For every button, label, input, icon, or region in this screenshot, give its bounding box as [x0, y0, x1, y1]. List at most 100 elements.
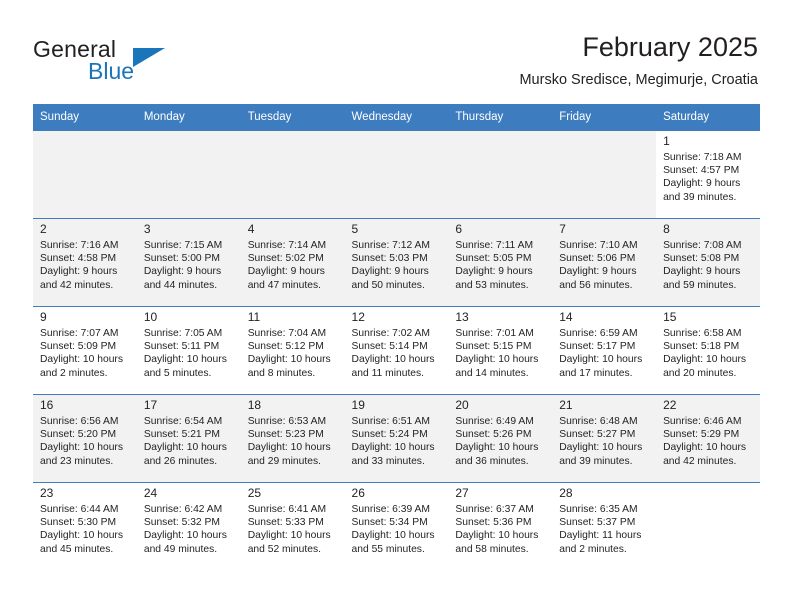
- day-cell[interactable]: 27 Sunrise: 6:37 AM Sunset: 5:36 PM Dayli…: [448, 482, 553, 570]
- day-sun-details: Sunrise: 6:39 AM Sunset: 5:34 PM Dayligh…: [351, 504, 435, 555]
- day-cell[interactable]: 18 Sunrise: 6:53 AM Sunset: 5:23 PM Dayli…: [240, 394, 345, 482]
- calendar-cell: 9 Sunrise: 7:07 AM Sunset: 5:09 PM Daylig…: [33, 306, 137, 394]
- day-number: 8: [663, 222, 670, 236]
- day-sun-details: Sunrise: 6:42 AM Sunset: 5:32 PM Dayligh…: [143, 504, 227, 555]
- day-number: 13: [455, 310, 469, 324]
- day-number: 7: [559, 222, 566, 236]
- weekday-header-tuesday: Tuesday: [240, 104, 345, 130]
- day-sun-details: Sunrise: 7:15 AM Sunset: 5:00 PM Dayligh…: [143, 240, 223, 291]
- day-cell[interactable]: 16 Sunrise: 6:56 AM Sunset: 5:20 PM Dayli…: [33, 394, 137, 482]
- day-cell[interactable]: 14 Sunrise: 6:59 AM Sunset: 5:17 PM Dayli…: [552, 306, 657, 394]
- day-cell[interactable]: 2 Sunrise: 7:16 AM Sunset: 4:58 PM Daylig…: [33, 218, 137, 306]
- day-cell[interactable]: 10 Sunrise: 7:05 AM Sunset: 5:11 PM Dayli…: [136, 306, 241, 394]
- calendar-week-row: 16 Sunrise: 6:56 AM Sunset: 5:20 PM Dayli…: [33, 394, 760, 482]
- calendar-cell: 22 Sunrise: 6:46 AM Sunset: 5:29 PM Dayli…: [656, 394, 760, 482]
- day-number: 10: [143, 310, 158, 324]
- day-cell[interactable]: 11 Sunrise: 7:04 AM Sunset: 5:12 PM Dayli…: [240, 306, 345, 394]
- day-cell-empty: [552, 130, 657, 218]
- day-cell[interactable]: 12 Sunrise: 7:02 AM Sunset: 5:14 PM Dayli…: [344, 306, 449, 394]
- day-sun-details: Sunrise: 7:10 AM Sunset: 5:06 PM Dayligh…: [559, 240, 638, 291]
- calendar-week-row: 1 Sunrise: 7:18 AM Sunset: 4:57 PM Daylig…: [33, 130, 760, 218]
- day-number: 16: [40, 398, 54, 412]
- day-number: 14: [559, 310, 573, 324]
- day-number: 15: [663, 310, 677, 324]
- calendar-cell: 2 Sunrise: 7:16 AM Sunset: 4:58 PM Daylig…: [33, 218, 137, 306]
- calendar-cell: 7 Sunrise: 7:10 AM Sunset: 5:06 PM Daylig…: [552, 218, 657, 306]
- calendar-week-row: 9 Sunrise: 7:07 AM Sunset: 5:09 PM Daylig…: [33, 306, 760, 394]
- day-number: 25: [247, 486, 262, 500]
- day-number: 21: [559, 398, 573, 412]
- day-sun-details: Sunrise: 6:41 AM Sunset: 5:33 PM Dayligh…: [247, 504, 331, 555]
- calendar-cell: 5 Sunrise: 7:12 AM Sunset: 5:03 PM Daylig…: [344, 218, 449, 306]
- calendar-cell: 11 Sunrise: 7:04 AM Sunset: 5:12 PM Dayli…: [240, 306, 345, 394]
- day-number: 20: [455, 398, 469, 412]
- calendar-cell: [344, 130, 449, 218]
- calendar-cell: 20 Sunrise: 6:49 AM Sunset: 5:26 PM Dayli…: [448, 394, 553, 482]
- day-cell[interactable]: 13 Sunrise: 7:01 AM Sunset: 5:15 PM Dayli…: [448, 306, 553, 394]
- day-sun-details: Sunrise: 6:58 AM Sunset: 5:18 PM Dayligh…: [663, 328, 747, 379]
- day-cell[interactable]: 28 Sunrise: 6:35 AM Sunset: 5:37 PM Dayli…: [552, 482, 657, 570]
- calendar-cell: 17 Sunrise: 6:54 AM Sunset: 5:21 PM Dayli…: [136, 394, 241, 482]
- weekday-header-sunday: Sunday: [33, 104, 137, 130]
- day-sun-details: Sunrise: 7:18 AM Sunset: 4:57 PM Dayligh…: [663, 152, 742, 203]
- day-cell[interactable]: 3 Sunrise: 7:15 AM Sunset: 5:00 PM Daylig…: [136, 218, 241, 306]
- brand-logo[interactable]: General Blue: [33, 36, 263, 92]
- day-sun-details: Sunrise: 7:08 AM Sunset: 5:08 PM Dayligh…: [663, 240, 742, 291]
- day-number: 23: [40, 486, 54, 500]
- day-number: 5: [351, 222, 359, 236]
- calendar-cell: 13 Sunrise: 7:01 AM Sunset: 5:15 PM Dayli…: [448, 306, 553, 394]
- day-sun-details: Sunrise: 6:56 AM Sunset: 5:20 PM Dayligh…: [40, 416, 123, 467]
- day-cell[interactable]: 17 Sunrise: 6:54 AM Sunset: 5:21 PM Dayli…: [136, 394, 241, 482]
- calendar-cell: 14 Sunrise: 6:59 AM Sunset: 5:17 PM Dayli…: [552, 306, 657, 394]
- day-cell-empty: [344, 130, 449, 218]
- page-header: General Blue February 2025 Mursko Sredis…: [0, 0, 792, 104]
- day-sun-details: Sunrise: 6:53 AM Sunset: 5:23 PM Dayligh…: [247, 416, 331, 467]
- day-sun-details: Sunrise: 7:14 AM Sunset: 5:02 PM Dayligh…: [247, 240, 327, 291]
- day-number: 28: [559, 486, 573, 500]
- day-cell[interactable]: 23 Sunrise: 6:44 AM Sunset: 5:30 PM Dayli…: [33, 482, 137, 570]
- day-number: 6: [455, 222, 463, 236]
- day-cell[interactable]: 21 Sunrise: 6:48 AM Sunset: 5:27 PM Dayli…: [552, 394, 657, 482]
- calendar-cell: 21 Sunrise: 6:48 AM Sunset: 5:27 PM Dayli…: [552, 394, 657, 482]
- calendar-cell: 18 Sunrise: 6:53 AM Sunset: 5:23 PM Dayli…: [240, 394, 345, 482]
- day-cell[interactable]: 6 Sunrise: 7:11 AM Sunset: 5:05 PM Daylig…: [448, 218, 553, 306]
- day-sun-details: Sunrise: 6:59 AM Sunset: 5:17 PM Dayligh…: [559, 328, 643, 379]
- day-cell[interactable]: 4 Sunrise: 7:14 AM Sunset: 5:02 PM Daylig…: [240, 218, 345, 306]
- day-cell[interactable]: 20 Sunrise: 6:49 AM Sunset: 5:26 PM Dayli…: [448, 394, 553, 482]
- day-sun-details: Sunrise: 7:04 AM Sunset: 5:12 PM Dayligh…: [247, 328, 331, 379]
- day-sun-details: Sunrise: 7:07 AM Sunset: 5:09 PM Dayligh…: [40, 328, 123, 379]
- day-sun-details: Sunrise: 7:16 AM Sunset: 4:58 PM Dayligh…: [40, 240, 119, 291]
- weekday-header-friday: Friday: [552, 104, 657, 130]
- day-number: 3: [143, 222, 151, 236]
- calendar-cell: 16 Sunrise: 6:56 AM Sunset: 5:20 PM Dayli…: [33, 394, 137, 482]
- calendar-cell: 3 Sunrise: 7:15 AM Sunset: 5:00 PM Daylig…: [136, 218, 241, 306]
- day-cell[interactable]: 15 Sunrise: 6:58 AM Sunset: 5:18 PM Dayli…: [656, 306, 760, 394]
- day-number: 11: [247, 310, 261, 324]
- page-title: February 2025: [582, 32, 758, 62]
- calendar-cell: [33, 130, 137, 218]
- calendar-cell: 19 Sunrise: 6:51 AM Sunset: 5:24 PM Dayli…: [344, 394, 449, 482]
- weekday-header-saturday: Saturday: [656, 104, 760, 130]
- day-cell-empty: [448, 130, 553, 218]
- day-cell[interactable]: 24 Sunrise: 6:42 AM Sunset: 5:32 PM Dayli…: [136, 482, 241, 570]
- calendar-cell: [240, 130, 345, 218]
- calendar-cell: 6 Sunrise: 7:11 AM Sunset: 5:05 PM Daylig…: [448, 218, 553, 306]
- day-cell[interactable]: 9 Sunrise: 7:07 AM Sunset: 5:09 PM Daylig…: [33, 306, 137, 394]
- day-cell[interactable]: 8 Sunrise: 7:08 AM Sunset: 5:08 PM Daylig…: [656, 218, 760, 306]
- day-sun-details: Sunrise: 7:11 AM Sunset: 5:05 PM Dayligh…: [455, 240, 534, 291]
- day-number: 12: [351, 310, 365, 324]
- calendar-cell: [136, 130, 241, 218]
- calendar-cell: 8 Sunrise: 7:08 AM Sunset: 5:08 PM Daylig…: [656, 218, 760, 306]
- day-cell[interactable]: 25 Sunrise: 6:41 AM Sunset: 5:33 PM Dayli…: [240, 482, 345, 570]
- day-cell[interactable]: 7 Sunrise: 7:10 AM Sunset: 5:06 PM Daylig…: [552, 218, 657, 306]
- day-cell[interactable]: 26 Sunrise: 6:39 AM Sunset: 5:34 PM Dayli…: [344, 482, 449, 570]
- day-sun-details: Sunrise: 6:35 AM Sunset: 5:37 PM Dayligh…: [559, 504, 642, 555]
- day-cell[interactable]: 5 Sunrise: 7:12 AM Sunset: 5:03 PM Daylig…: [344, 218, 449, 306]
- day-sun-details: Sunrise: 6:54 AM Sunset: 5:21 PM Dayligh…: [143, 416, 227, 467]
- day-cell[interactable]: 1 Sunrise: 7:18 AM Sunset: 4:57 PM Daylig…: [656, 130, 760, 218]
- calendar-cell: [448, 130, 553, 218]
- calendar-cell: 24 Sunrise: 6:42 AM Sunset: 5:32 PM Dayli…: [136, 482, 241, 570]
- day-number: 9: [40, 310, 47, 324]
- day-cell[interactable]: 19 Sunrise: 6:51 AM Sunset: 5:24 PM Dayli…: [344, 394, 449, 482]
- day-cell[interactable]: 22 Sunrise: 6:46 AM Sunset: 5:29 PM Dayli…: [656, 394, 760, 482]
